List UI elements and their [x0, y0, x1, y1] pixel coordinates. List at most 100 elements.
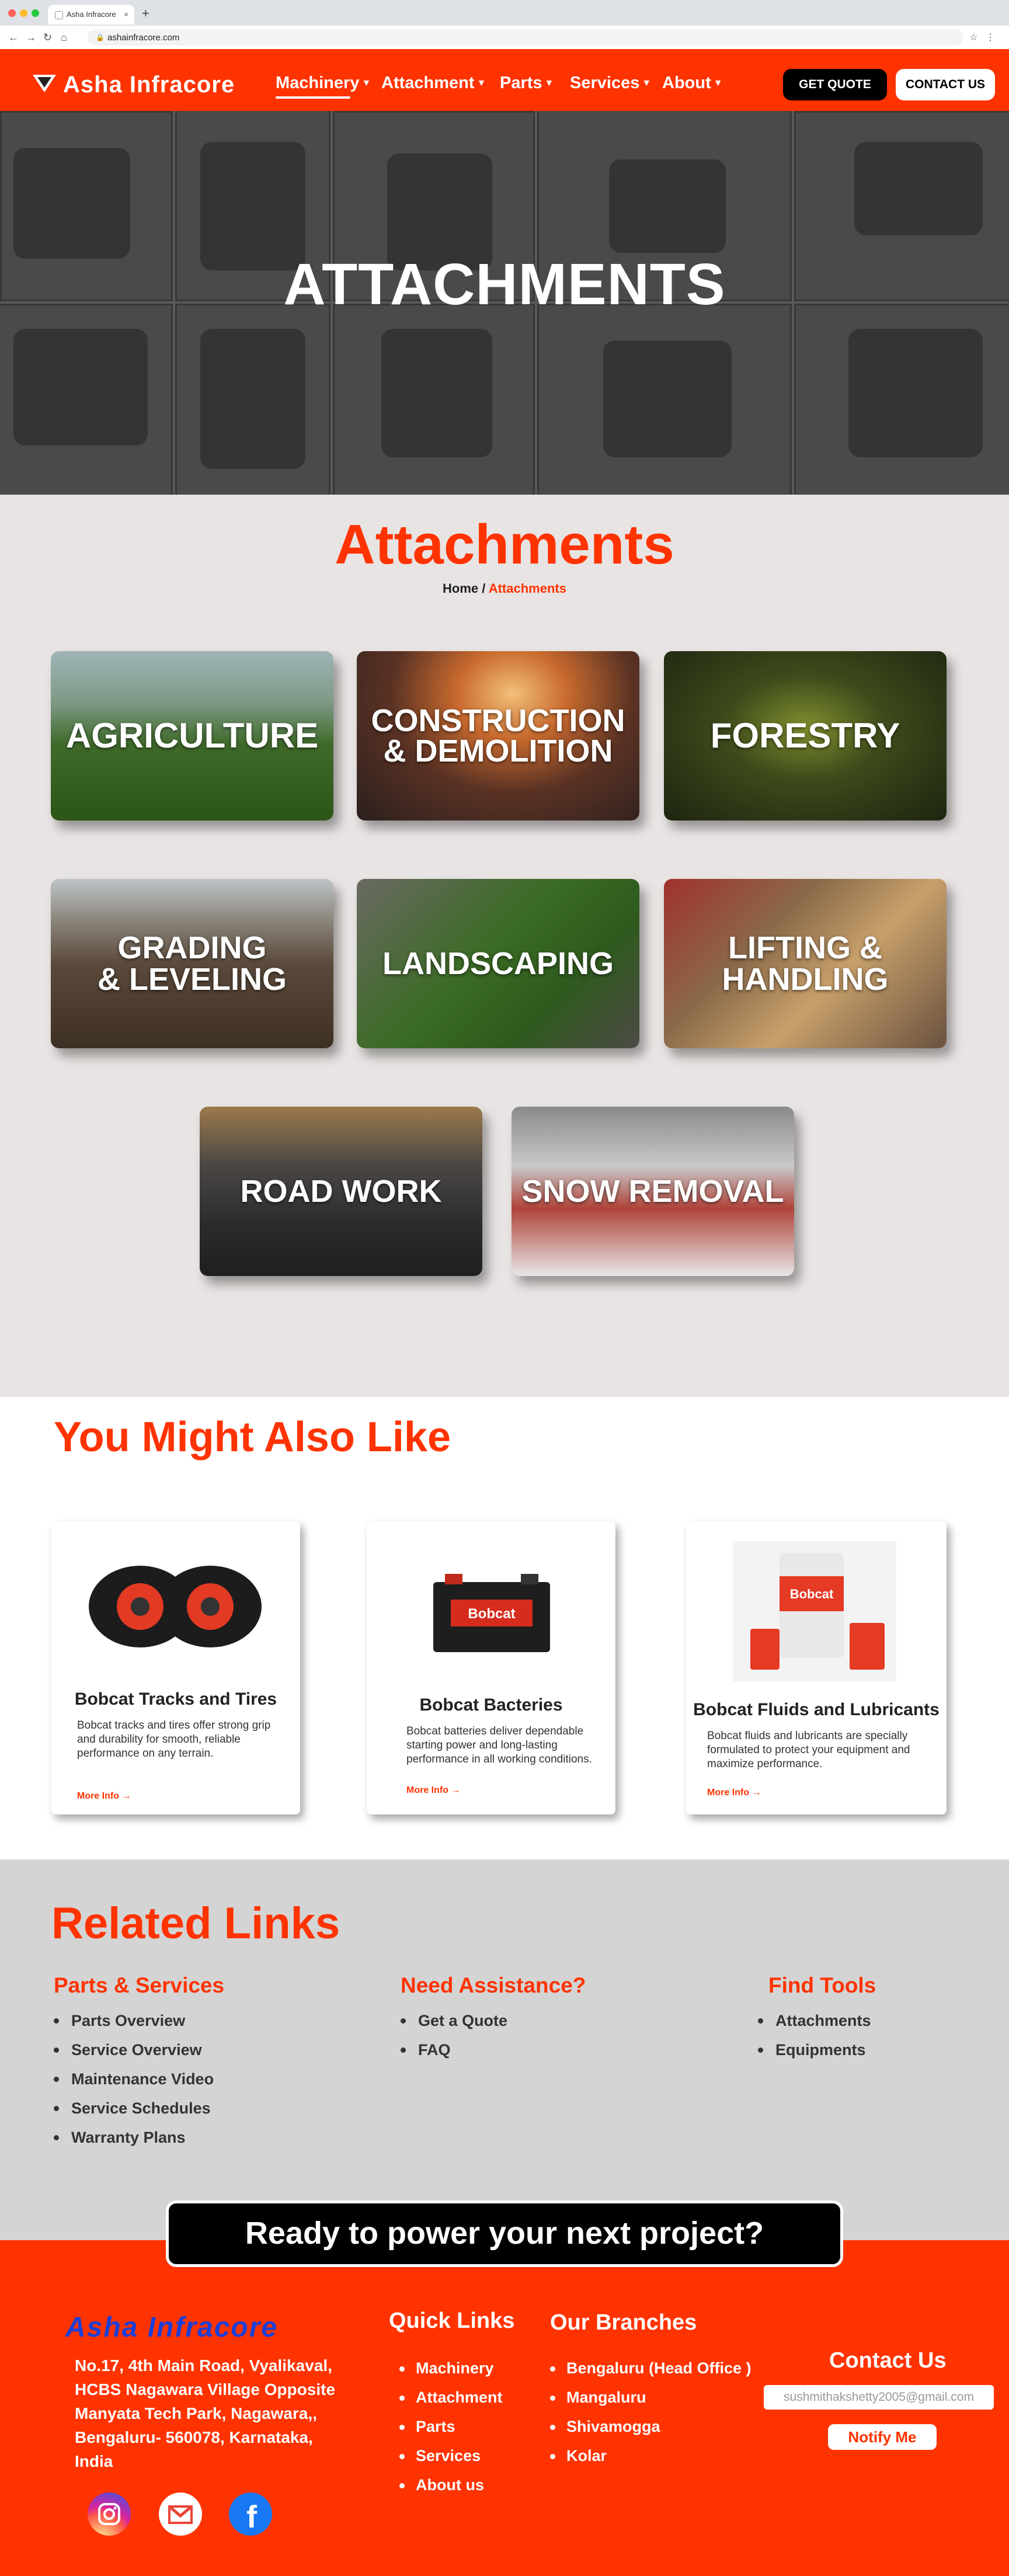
footer-link[interactable]: Services — [399, 2447, 503, 2476]
nav-attachment-label: Attachment — [381, 74, 475, 92]
category-card-construction-demolition[interactable]: CONSTRUCTION & DEMOLITION — [357, 651, 639, 821]
home-icon[interactable]: ⌂ — [61, 32, 67, 44]
related-link[interactable]: FAQ — [401, 2041, 507, 2070]
branches-heading: Our Branches — [550, 2310, 697, 2335]
fluids-image: Bobcat — [733, 1541, 896, 1681]
more-info-link[interactable]: More Info → — [707, 1788, 761, 1798]
related-links-title: Related Links — [51, 1899, 340, 1948]
related-link[interactable]: Equipments — [758, 2041, 871, 2070]
browser-tab[interactable]: Asha Infracore × — [48, 5, 134, 25]
product-description: Bobcat fluids and lubricants are special… — [707, 1730, 910, 1770]
also-like-title: You Might Also Like — [54, 1414, 451, 1461]
related-group-list: Get a Quote FAQ — [401, 2012, 507, 2070]
nav-machinery[interactable]: Machinery ▼ — [276, 74, 371, 93]
related-group-list: Attachments Equipments — [758, 2012, 871, 2070]
branch-item: Bengaluru (Head Office ) — [550, 2359, 751, 2389]
favicon-icon — [55, 11, 63, 19]
back-icon[interactable]: ← — [8, 32, 19, 44]
more-info-link[interactable]: More Info → — [406, 1785, 460, 1796]
cta-banner[interactable]: Ready to power your next project? — [166, 2200, 843, 2267]
related-link[interactable]: Service Schedules — [54, 2099, 214, 2129]
breadcrumb-separator: / — [482, 581, 486, 596]
svg-text:f: f — [246, 2499, 258, 2535]
category-card-road-work[interactable]: ROAD WORK — [200, 1107, 482, 1276]
site-logo[interactable]: Asha Infracore — [63, 72, 235, 98]
category-card-grading-leveling[interactable]: GRADING & LEVELING — [51, 879, 333, 1048]
forward-icon[interactable]: → — [26, 32, 36, 44]
instagram-icon[interactable] — [88, 2492, 131, 2536]
nav-parts-label: Parts — [500, 74, 542, 92]
branch-item: Mangaluru — [550, 2389, 751, 2418]
window-close-button[interactable] — [8, 9, 16, 17]
footer-link[interactable]: Attachment — [399, 2389, 503, 2418]
caret-down-icon: ▼ — [361, 78, 371, 89]
related-link[interactable]: Warranty Plans — [54, 2129, 214, 2158]
caret-down-icon: ▼ — [642, 78, 652, 89]
url-text: ashainfracore.com — [107, 33, 180, 43]
breadcrumb-current: Attachments — [488, 581, 566, 596]
category-label: AGRICULTURE — [65, 716, 319, 755]
email-field[interactable]: sushmithakshetty2005@gmail.com — [764, 2385, 994, 2410]
category-label: LIFTING & HANDLING — [722, 930, 889, 997]
browser-menu-icon[interactable]: ☆ ⋮ — [969, 32, 995, 43]
notify-me-button[interactable]: Notify Me — [828, 2424, 937, 2450]
product-card-fluids[interactable]: Bobcat Bobcat Fluids and Lubricants Bobc… — [686, 1521, 947, 1814]
category-label: FORESTRY — [710, 716, 900, 755]
related-link[interactable]: Maintenance Video — [54, 2070, 214, 2099]
new-tab-icon[interactable]: + — [142, 6, 149, 21]
nav-about[interactable]: About ▼ — [662, 74, 723, 93]
related-link[interactable]: Attachments — [758, 2012, 871, 2041]
gmail-icon[interactable] — [159, 2492, 202, 2536]
category-label: CONSTRUCTION & DEMOLITION — [371, 703, 625, 769]
reload-icon[interactable]: ↻ — [43, 32, 52, 44]
related-group-heading: Need Assistance? — [401, 1973, 586, 1997]
footer-link[interactable]: About us — [399, 2476, 503, 2505]
contact-us-button[interactable]: CONTACT US — [896, 69, 995, 100]
branches-list: Bengaluru (Head Office ) Mangaluru Shiva… — [550, 2359, 751, 2476]
tab-close-icon[interactable]: × — [124, 5, 128, 25]
product-name: Bobcat Fluids and Lubricants — [693, 1700, 940, 1719]
window-maximize-button[interactable] — [32, 9, 39, 17]
address-bar[interactable]: 🔒 ashainfracore.com — [88, 29, 963, 46]
category-label: SNOW REMOVAL — [521, 1174, 784, 1209]
category-card-snow-removal[interactable]: SNOW REMOVAL — [512, 1107, 794, 1276]
nav-services[interactable]: Services ▼ — [570, 74, 651, 93]
footer-logo[interactable]: Asha Infracore — [65, 2311, 278, 2344]
nav-parts[interactable]: Parts ▼ — [500, 74, 554, 93]
breadcrumb: Home / Attachments — [0, 581, 1009, 596]
footer-address: No.17, 4th Main Road, Vyalikaval, HCBS N… — [75, 2356, 336, 2470]
product-card-batteries[interactable]: Bobcat Bobcat Bacteries Bobcat batteries… — [367, 1521, 615, 1814]
nav-attachment[interactable]: Attachment ▼ — [381, 74, 486, 93]
caret-down-icon: ▼ — [713, 78, 723, 89]
related-link[interactable]: Parts Overview — [54, 2012, 214, 2041]
category-label: LANDSCAPING — [382, 946, 614, 981]
footer-link[interactable]: Parts — [399, 2418, 503, 2447]
more-info-link[interactable]: More Info → — [77, 1791, 131, 1802]
category-label: GRADING & LEVELING — [97, 930, 287, 997]
breadcrumb-home[interactable]: Home — [443, 581, 478, 596]
footer-link[interactable]: Machinery — [399, 2359, 503, 2389]
category-card-lifting-handling[interactable]: LIFTING & HANDLING — [664, 879, 947, 1048]
facebook-icon[interactable]: f — [229, 2492, 272, 2536]
branch-item: Kolar — [550, 2447, 751, 2476]
related-group-heading: Find Tools — [768, 1973, 876, 1997]
related-link[interactable]: Service Overview — [54, 2041, 214, 2070]
nav-active-underline — [276, 96, 350, 99]
get-quote-button[interactable]: GET QUOTE — [783, 69, 887, 100]
related-group-heading: Parts & Services — [54, 1973, 225, 1997]
tracks-image — [89, 1566, 262, 1647]
product-name: Bobcat Tracks and Tires — [74, 1689, 277, 1709]
logo-icon-inner — [37, 77, 51, 88]
hero-title: ATTACHMENTS — [283, 252, 726, 317]
product-card-tracks-tires[interactable]: Bobcat Tracks and Tires Bobcat tracks an… — [51, 1521, 300, 1814]
caret-down-icon: ▼ — [544, 78, 554, 89]
category-card-forestry[interactable]: FORESTRY — [664, 651, 947, 821]
window-minimize-button[interactable] — [20, 9, 27, 17]
branch-item: Shivamogga — [550, 2418, 751, 2447]
product-name: Bobcat Bacteries — [419, 1695, 563, 1715]
category-card-landscaping[interactable]: LANDSCAPING — [357, 879, 639, 1048]
category-card-agriculture[interactable]: AGRICULTURE — [51, 651, 333, 821]
related-link[interactable]: Get a Quote — [401, 2012, 507, 2041]
nav-services-label: Services — [570, 74, 640, 92]
battery-image: Bobcat — [433, 1574, 550, 1652]
